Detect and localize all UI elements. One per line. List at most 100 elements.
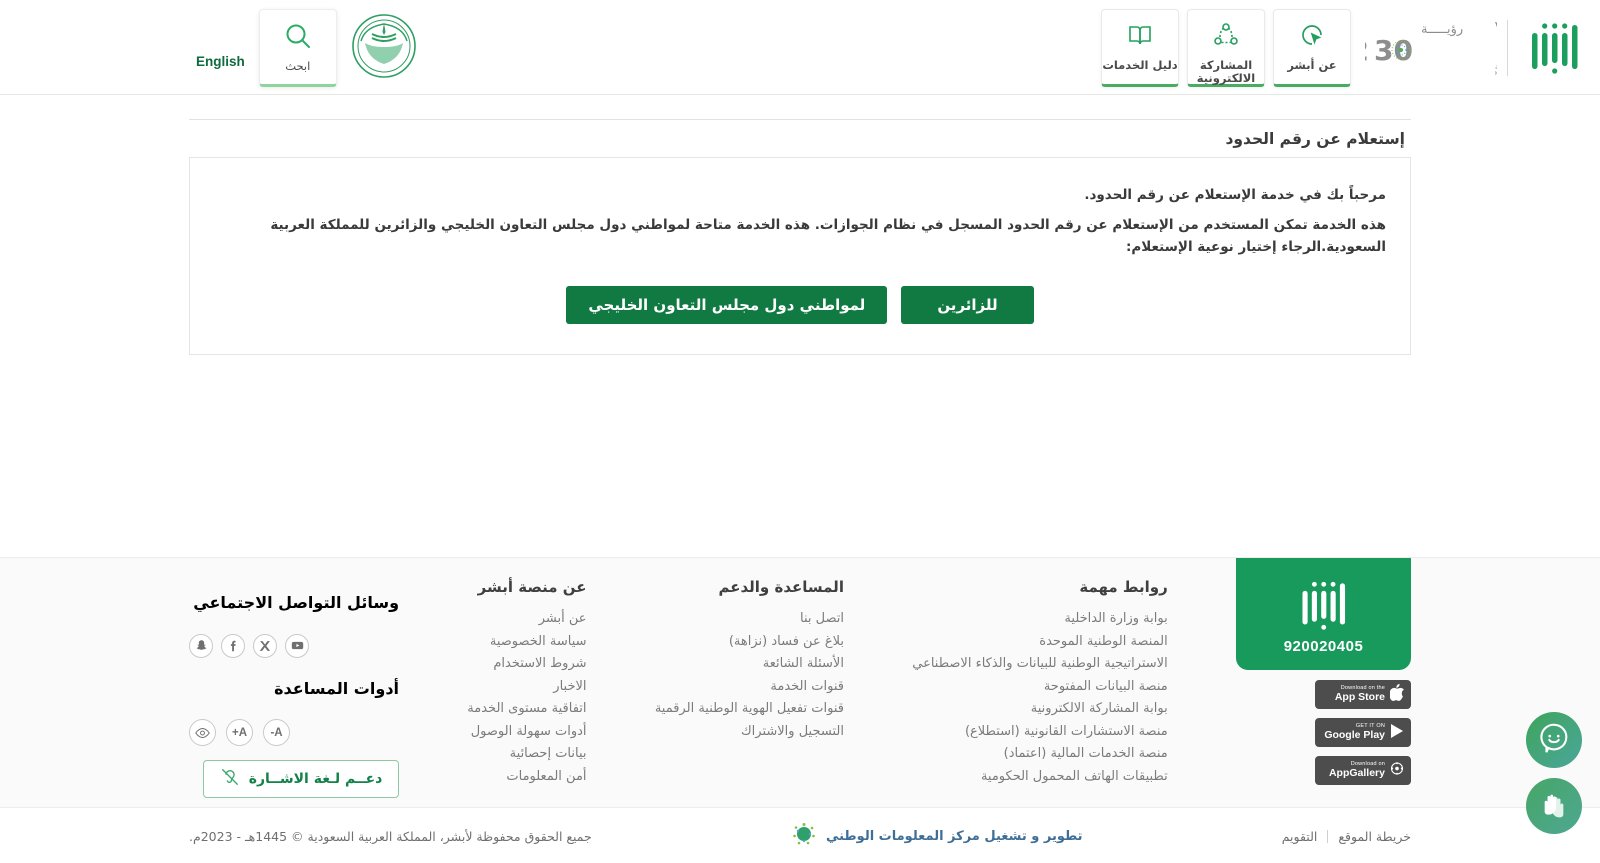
bottom-bar: خريطة الموقع التقويم تطوير و تشغيل مركز … — [0, 807, 1600, 863]
app-store-badges: Download on the App Store GET IT ON Goog… — [1236, 680, 1411, 785]
service-card: إستعلام عن رقم الحدود مرحباً بك في خدمة … — [189, 119, 1411, 355]
nav-tile-about-absher[interactable]: عن أبشر — [1273, 8, 1351, 87]
footer-link[interactable]: التسجيل والاشتراك — [655, 721, 844, 743]
hands-icon — [1538, 788, 1570, 824]
svg-text:رؤيـــــة: رؤيـــــة — [1421, 22, 1463, 37]
app-gallery-badge-text: Download on AppGallery — [1328, 761, 1385, 779]
footer-link[interactable]: منصة الاستشارات القانونية (استطلاع) — [912, 721, 1168, 743]
bottom-links: خريطة الموقع التقويم — [1282, 829, 1411, 844]
calendar-link[interactable]: التقويم — [1282, 829, 1318, 844]
footer-link[interactable]: أدوات سهولة الوصول — [467, 721, 587, 743]
footer-link[interactable]: بيانات إحصائية — [467, 743, 587, 765]
footer-link[interactable]: الاستراتيجية الوطنية للبيانات والذكاء ال… — [912, 653, 1167, 675]
page-root: VISION رؤيـــــة 2 30 المملكة العربية ال… — [0, 0, 1600, 863]
floating-assistant-buttons — [1526, 712, 1582, 844]
footer-link[interactable]: عن أبشر — [467, 608, 587, 630]
absher-contact-card: 920020405 — [1236, 558, 1411, 670]
welcome-text: مرحباً بك في خدمة الإستعلام عن رقم الحدو… — [1084, 187, 1386, 203]
decrease-font-button[interactable]: A- — [263, 719, 291, 747]
saudi-emblem-logo[interactable] — [351, 13, 417, 83]
footer-column-title: عن منصة أبشر — [477, 578, 587, 596]
app-store-badge[interactable]: Download on the App Store — [1315, 680, 1411, 709]
svg-text:المملكة العربية السعودية: المملكة العربية السعودية — [1495, 63, 1497, 71]
absher-logo[interactable] — [1524, 15, 1586, 81]
ncit-logo-icon — [791, 821, 817, 851]
chat-assistant-button[interactable] — [1526, 712, 1582, 768]
footer-link[interactable]: بوابة وزارة الداخلية — [912, 608, 1167, 630]
search-button[interactable]: ابحث — [258, 8, 337, 87]
inquiry-type-buttons: للزائرين لمواطني دول مجلس التعاون الخليج… — [214, 286, 1386, 324]
header-right-group: VISION رؤيـــــة 2 30 المملكة العربية ال… — [1093, 0, 1600, 95]
footer-link[interactable]: شروط الاستخدام — [467, 653, 586, 675]
footer-link[interactable]: الاخبار — [467, 676, 586, 698]
nav-tile-label: دليل الخدمات — [1102, 57, 1178, 72]
youtube-icon[interactable] — [285, 633, 310, 658]
bottom-links-divider — [1327, 829, 1329, 843]
google-play-badge-text: GET IT ON Google Play — [1324, 723, 1385, 741]
footer-link[interactable]: بلاغ عن فساد (نزاهة) — [655, 631, 844, 653]
footer-link[interactable]: تطبيقات الهاتف المحمول الحكومية — [912, 766, 1168, 788]
service-card-body: مرحباً بك في خدمة الإستعلام عن رقم الحدو… — [189, 157, 1411, 355]
social-section-title: وسائل التواصل الاجتماعي — [193, 593, 400, 613]
deaf-ear-icon — [220, 767, 240, 791]
nav-tile-services-guide[interactable]: دليل الخدمات — [1101, 8, 1179, 87]
vision-2030-logo: VISION رؤيـــــة 2 30 المملكة العربية ال… — [1350, 16, 1578, 80]
footer-link[interactable]: اتصل بنا — [655, 608, 844, 630]
sign-language-assistant-button[interactable] — [1526, 778, 1582, 834]
play-triangle-icon — [1390, 723, 1404, 743]
site-header: VISION رؤيـــــة 2 30 المملكة العربية ال… — [0, 0, 1600, 95]
smiley-chat-icon — [1537, 721, 1571, 759]
badge-bottom-label: Google Play — [1324, 728, 1385, 741]
nav-tile-label: عن أبشر — [1287, 57, 1337, 72]
google-play-badge[interactable]: GET IT ON Google Play — [1315, 718, 1411, 747]
snapchat-icon[interactable] — [189, 633, 214, 658]
increase-font-button[interactable]: A+ — [226, 719, 254, 747]
facebook-icon[interactable] — [221, 633, 246, 658]
search-label: ابحث — [285, 58, 311, 73]
sign-language-label: دعــم لـغة الاشــارة — [248, 771, 383, 788]
footer-link[interactable]: اتفاقية مستوى الخدمة — [467, 698, 586, 720]
footer-link[interactable]: سياسة الخصوصية — [467, 631, 587, 653]
apple-icon — [1389, 684, 1404, 705]
footer-link[interactable]: منصة الخدمات المالية (اعتماد) — [912, 743, 1168, 765]
contact-phone-number: 920020405 — [1283, 637, 1364, 655]
footer-columns: 920020405 Download on the App Store GET … — [189, 558, 1411, 799]
nav-tile-e-participation[interactable]: المشاركة الالكترونية — [1187, 8, 1265, 87]
x-twitter-icon[interactable] — [253, 633, 278, 658]
footer-link[interactable]: قنوات الخدمة — [655, 676, 844, 698]
svg-text:KINGDOM OF SAUDI ARABIA: KINGDOM OF SAUDI ARABIA — [1495, 71, 1497, 76]
copyright-text: جميع الحقوق محفوظة لأبشر، المملكة العربي… — [189, 828, 592, 844]
svg-text:2: 2 — [1365, 34, 1369, 67]
search-icon — [283, 21, 313, 55]
visitors-button[interactable]: للزائرين — [901, 286, 1034, 324]
huawei-icon — [1390, 761, 1404, 780]
eye-accessibility-icon[interactable] — [189, 719, 217, 747]
badge-bottom-label: AppGallery — [1328, 766, 1385, 779]
footer-link[interactable]: منصة البيانات المفتوحة — [912, 676, 1168, 698]
site-footer: 920020405 Download on the App Store GET … — [0, 557, 1600, 807]
social-icons-row — [189, 633, 399, 658]
footer-link[interactable]: الأسئلة الشائعة — [655, 653, 844, 675]
badge-bottom-label: App Store — [1334, 690, 1385, 703]
svg-text:30: 30 — [1374, 34, 1413, 67]
accessibility-tools-row: A- A+ — [189, 719, 399, 747]
sitemap-link[interactable]: خريطة الموقع — [1338, 829, 1411, 844]
main-content: إستعلام عن رقم الحدود مرحباً بك في خدمة … — [0, 95, 1600, 355]
ncit-credit: تطوير و تشغيل مركز المعلومات الوطني — [791, 821, 1083, 851]
sign-language-support-button[interactable]: دعــم لـغة الاشــارة — [203, 760, 400, 799]
app-store-badge-text: Download on the App Store — [1334, 685, 1385, 703]
footer-link[interactable]: بوابة المشاركة الالكترونية — [912, 698, 1168, 720]
footer-link[interactable]: المنصة الوطنية الموحدة — [912, 631, 1167, 653]
footer-column-social-tools: وسائل التواصل الاجتماعي أدوات المساعدة A… — [189, 572, 400, 799]
bottom-bar-inner: خريطة الموقع التقويم تطوير و تشغيل مركز … — [189, 808, 1411, 863]
service-description-text: هذه الخدمة تمكن المستخدم من الإستعلام عن… — [270, 217, 1386, 255]
app-gallery-badge[interactable]: Download on AppGallery — [1315, 756, 1411, 785]
footer-app-column: 920020405 Download on the App Store GET … — [1236, 558, 1411, 798]
gcc-citizens-button[interactable]: لمواطني دول مجلس التعاون الخليجي — [566, 286, 888, 324]
footer-column-about-absher: عن منصة أبشر عن أبشر سياسة الخصوصية شروط… — [467, 572, 586, 798]
language-toggle-english[interactable]: English — [196, 54, 245, 69]
footer-column-important-links: روابط مهمة بوابة وزارة الداخلية المنصة ا… — [912, 572, 1167, 798]
footer-link[interactable]: قنوات تفعيل الهوية الوطنية الرقمية — [655, 698, 844, 720]
footer-link[interactable]: أمن المعلومات — [467, 766, 586, 788]
share-nodes-icon — [1212, 21, 1240, 53]
